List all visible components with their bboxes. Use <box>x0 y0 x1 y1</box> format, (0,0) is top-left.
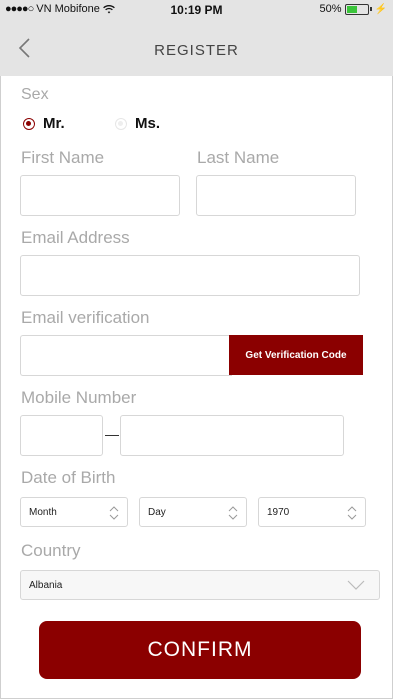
email-field[interactable] <box>20 255 360 296</box>
confirm-button[interactable]: CONFIRM <box>39 621 361 679</box>
page-title: REGISTER <box>154 42 239 59</box>
dob-day-value: Day <box>148 507 166 518</box>
dob-month-value: Month <box>29 507 57 518</box>
first-name-label: First Name <box>21 148 105 167</box>
status-bar: ●●●●○ VN Mobifone 10:19 PM 50% ⚡ <box>0 0 393 20</box>
dob-year-select[interactable]: 1970 <box>258 497 366 527</box>
up-down-icon <box>228 506 238 520</box>
up-down-icon <box>347 506 357 520</box>
radio-mr-label[interactable]: Mr. <box>43 115 65 132</box>
verification-code-field[interactable] <box>20 335 232 376</box>
battery-indicator: 50% ⚡ <box>320 3 387 15</box>
country-label: Country <box>21 541 81 560</box>
radio-ms[interactable] <box>115 118 127 130</box>
radio-ms-label[interactable]: Ms. <box>135 115 160 132</box>
dob-year-value: 1970 <box>267 507 290 518</box>
nav-bar: REGISTER <box>0 20 393 76</box>
mobile-dash <box>105 435 119 436</box>
email-verification-label: Email verification <box>21 308 150 327</box>
chevron-down-icon <box>347 580 365 590</box>
dob-month-select[interactable]: Month <box>20 497 128 527</box>
last-name-label: Last Name <box>197 148 280 167</box>
mobile-country-code-field[interactable] <box>20 415 103 456</box>
radio-mr[interactable] <box>23 118 35 130</box>
battery-percent: 50% <box>319 3 342 15</box>
dob-label: Date of Birth <box>21 468 116 487</box>
battery-icon <box>344 3 369 15</box>
country-select[interactable]: Albania <box>20 570 380 600</box>
sex-label: Sex <box>21 86 49 103</box>
first-name-field[interactable] <box>20 175 180 216</box>
mobile-label: Mobile Number <box>21 388 137 407</box>
charging-icon: ⚡ <box>374 3 387 15</box>
email-label: Email Address <box>21 228 130 247</box>
country-value: Albania <box>29 580 63 591</box>
dob-day-select[interactable]: Day <box>139 497 247 527</box>
mobile-number-field[interactable] <box>120 415 344 456</box>
last-name-field[interactable] <box>196 175 356 216</box>
get-verification-code-button[interactable]: Get Verification Code <box>229 335 363 375</box>
up-down-icon <box>109 506 119 520</box>
